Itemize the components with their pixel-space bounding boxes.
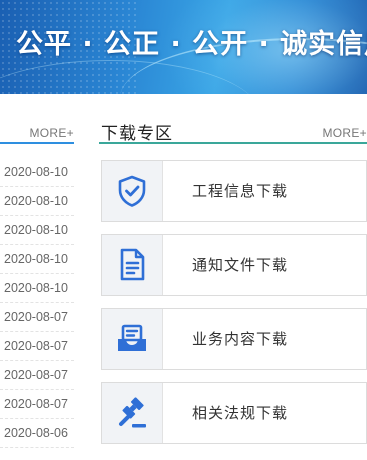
download-card-business-content[interactable]: 业务内容下载 [101, 308, 367, 370]
list-item-date: 2020-08-07 [0, 332, 74, 361]
left-more-link[interactable]: MORE+ [29, 126, 74, 140]
card-label: 相关法规下载 [192, 404, 289, 422]
document-icon [120, 248, 145, 281]
list-item-date: 2020-08-10 [0, 245, 74, 274]
download-card-project-info[interactable]: 工程信息下载 [101, 160, 367, 222]
card-label: 业务内容下载 [192, 330, 289, 348]
gavel-icon [119, 397, 146, 428]
banner-slogan: 公平 · 公正 · 公开 · 诚实信用 [16, 29, 367, 60]
card-icon-box [102, 383, 163, 443]
list-item-date: 2020-08-07 [0, 390, 74, 419]
left-panel-header: MORE+ [0, 122, 74, 144]
list-item-date: 2020-08-07 [0, 361, 74, 390]
date-list: 2020-08-10 2020-08-10 2020-08-10 2020-08… [0, 158, 74, 448]
list-item-date: 2020-08-10 [0, 158, 74, 187]
header-banner: 公平 · 公正 · 公开 · 诚实信用 [0, 0, 367, 94]
list-item-date: 2020-08-10 [0, 187, 74, 216]
card-icon-box [102, 161, 163, 221]
download-card-notice-files[interactable]: 通知文件下载 [101, 234, 367, 296]
card-icon-box [102, 235, 163, 295]
list-item-date: 2020-08-06 [0, 419, 74, 448]
card-label: 通知文件下载 [192, 256, 289, 274]
download-more-link[interactable]: MORE+ [322, 126, 367, 140]
list-item-date: 2020-08-07 [0, 303, 74, 332]
download-card-regulations[interactable]: 相关法规下载 [101, 382, 367, 444]
card-label: 工程信息下载 [192, 182, 289, 200]
download-section-header: 下载专区 MORE+ [99, 118, 367, 144]
card-icon-box [102, 309, 163, 369]
download-section-title: 下载专区 [101, 124, 173, 144]
list-item-date: 2020-08-10 [0, 274, 74, 303]
inbox-tray-icon [118, 324, 146, 351]
list-item-date: 2020-08-10 [0, 216, 74, 245]
shield-check-icon [118, 175, 146, 207]
